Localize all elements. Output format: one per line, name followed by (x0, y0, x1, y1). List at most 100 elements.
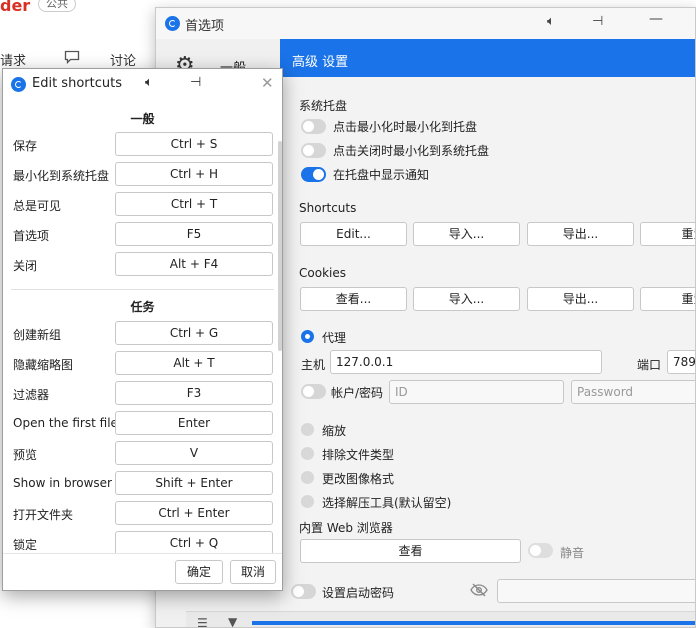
proxy-port-label: 端口 (637, 358, 662, 372)
shortcut-label: 打开文件夹 (13, 508, 74, 522)
shortcut-key-field[interactable]: Enter (115, 411, 273, 435)
pin-icon[interactable]: ⊣ (190, 75, 201, 90)
shortcut-label: 关闭 (13, 259, 38, 273)
zoom-radio[interactable] (301, 423, 314, 436)
public-badge: 公共 (38, 0, 76, 12)
list-icon[interactable]: ☰ (197, 616, 208, 627)
tray-notify-label: 在托盘中显示通知 (333, 168, 430, 182)
group-heading-tasks: 任务 (130, 300, 155, 314)
tray-minimize-toggle[interactable] (301, 119, 326, 134)
cookies-reset-button[interactable]: 重置 (640, 287, 695, 311)
shortcut-label: 最小化到系统托盘 (13, 169, 110, 183)
tab-discussions[interactable]: 讨论 (110, 50, 136, 69)
shortcut-label: 锁定 (13, 538, 38, 552)
shortcut-key-field[interactable]: Ctrl + G (115, 321, 273, 345)
proxy-host-label: 主机 (301, 358, 326, 372)
shortcuts-export-button[interactable]: 导出... (527, 222, 634, 246)
dialog-footer: 确定 取消 (3, 553, 282, 590)
image-format-label: 更改图像格式 (322, 472, 395, 486)
shortcut-key-field[interactable]: Alt + F4 (115, 252, 273, 276)
shortcut-label: 创建新组 (13, 328, 62, 342)
ok-button[interactable]: 确定 (175, 560, 223, 584)
shortcut-label: 总是可见 (13, 199, 62, 213)
shortcuts-edit-button[interactable]: Edit... (300, 222, 407, 246)
shortcut-label: 保存 (13, 139, 38, 153)
unzip-tool-radio[interactable] (301, 495, 314, 508)
shortcuts-reset-button[interactable]: 重置 (640, 222, 695, 246)
image-format-radio[interactable] (301, 471, 314, 484)
shortcut-key-field[interactable]: F5 (115, 222, 273, 246)
filter-icon[interactable]: ▼ (228, 615, 237, 627)
unzip-tool-label: 选择解压工具(默认留空) (322, 496, 452, 510)
exclude-types-radio[interactable] (301, 447, 314, 460)
shortcut-label: Show in browser (13, 476, 112, 490)
preferences-window-title: 首选项 (185, 19, 225, 34)
shortcut-key-field[interactable]: Ctrl + S (115, 132, 273, 156)
edit-shortcuts-dialog: Edit shortcuts 🔈︎ ⊣ ✕ 一般 保存 Ctrl + S 最小化… (2, 68, 283, 591)
pin-icon[interactable]: ⊣ (592, 14, 603, 29)
scrollbar[interactable] (278, 141, 282, 351)
cancel-button[interactable]: 取消 (230, 560, 276, 584)
progress-bar (252, 621, 695, 625)
proxy-password-input[interactable] (571, 380, 695, 404)
proxy-port-input[interactable] (667, 350, 695, 374)
advanced-settings-panel: 系统托盘 点击最小化时最小化到托盘 点击关闭时最小化到系统托盘 在托盘中显示通知… (280, 77, 695, 627)
preferences-header: 高级 设置 (280, 39, 695, 77)
app-logo-icon (11, 77, 26, 92)
group-heading-general: 一般 (130, 112, 155, 126)
tab-requests[interactable]: 请求 (0, 50, 26, 69)
background-repo-title[interactable]: der (0, 0, 30, 15)
close-icon[interactable]: ✕ (261, 74, 274, 92)
shortcut-key-field[interactable]: Shift + Enter (115, 471, 273, 495)
startup-password-toggle[interactable] (291, 584, 316, 599)
startup-password-label: 设置启动密码 (322, 586, 395, 600)
tray-minimize-label: 点击最小化时最小化到托盘 (333, 120, 478, 134)
proxy-radio[interactable] (301, 330, 314, 343)
shortcut-label: 首选项 (13, 229, 50, 243)
cookies-section-title: Cookies (299, 266, 346, 280)
shortcut-key-field[interactable]: F3 (115, 381, 273, 405)
shortcut-label: 隐藏缩略图 (13, 358, 74, 372)
minimize-icon[interactable]: — (649, 11, 663, 27)
dialog-titlebar[interactable]: Edit shortcuts 🔈︎ ⊣ ✕ (3, 69, 282, 100)
proxy-host-input[interactable] (330, 350, 602, 374)
dialog-title: Edit shortcuts (32, 76, 122, 91)
shortcut-key-field[interactable]: V (115, 441, 273, 465)
speaker-icon[interactable]: 🔈︎ (547, 14, 555, 29)
tray-close-label: 点击关闭时最小化到系统托盘 (333, 144, 490, 158)
shortcut-key-field[interactable]: Alt + T (115, 351, 273, 375)
eye-off-icon[interactable] (470, 583, 488, 597)
browser-mute-toggle[interactable] (528, 543, 553, 558)
exclude-types-label: 排除文件类型 (322, 448, 395, 462)
browser-mute-label: 静音 (560, 546, 585, 560)
proxy-auth-label: 帐户/密码 (331, 386, 384, 400)
chat-icon (64, 50, 80, 64)
preferences-titlebar[interactable]: 首选项 🔈︎ ⊣ — (156, 8, 695, 39)
cookies-export-button[interactable]: 导出... (527, 287, 634, 311)
cookies-view-button[interactable]: 查看... (300, 287, 407, 311)
shortcuts-import-button[interactable]: 导入... (413, 222, 520, 246)
browser-view-button[interactable]: 查看 (300, 539, 521, 563)
proxy-auth-toggle[interactable] (301, 384, 326, 399)
shortcut-label: Open the first file (13, 416, 118, 430)
app-logo-icon (165, 16, 180, 31)
shortcut-label: 预览 (13, 448, 38, 462)
speaker-icon[interactable]: 🔈︎ (145, 75, 153, 90)
tray-close-toggle[interactable] (301, 143, 326, 158)
shortcuts-list[interactable]: 一般 保存 Ctrl + S 最小化到系统托盘 Ctrl + H 总是可见 Ct… (3, 100, 282, 553)
shortcut-key-field[interactable]: Ctrl + H (115, 162, 273, 186)
browser-section-title: 内置 Web 浏览器 (299, 521, 393, 535)
shortcut-key-field[interactable]: Ctrl + Q (115, 531, 273, 553)
proxy-id-input[interactable] (389, 380, 564, 404)
tray-notify-toggle[interactable] (301, 167, 326, 182)
page-title: 高级 设置 (292, 55, 349, 70)
startup-password-input[interactable] (497, 579, 695, 603)
shortcut-label: 过滤器 (13, 388, 50, 402)
cookies-import-button[interactable]: 导入... (413, 287, 520, 311)
shortcuts-section-title: Shortcuts (299, 201, 357, 215)
group-divider (11, 289, 274, 290)
proxy-label: 代理 (322, 331, 347, 345)
shortcut-key-field[interactable]: Ctrl + Enter (115, 501, 273, 525)
shortcut-key-field[interactable]: Ctrl + T (115, 192, 273, 216)
zoom-label: 缩放 (322, 424, 347, 438)
